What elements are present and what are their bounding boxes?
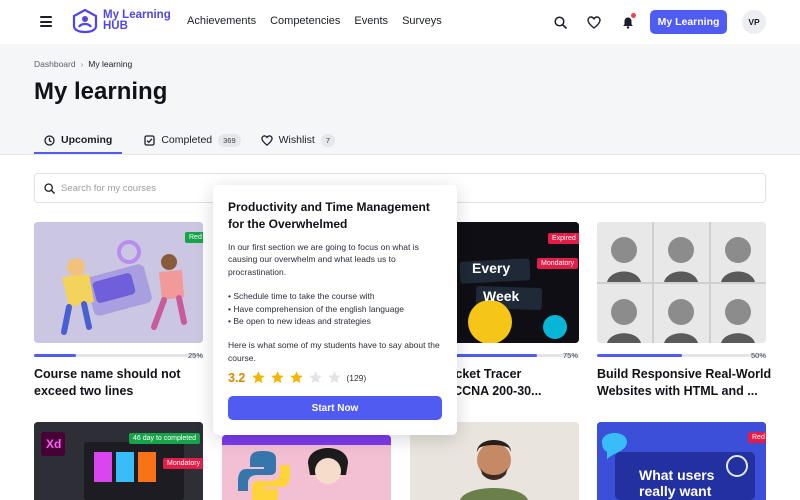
heart-icon[interactable]	[584, 12, 604, 32]
popover-title-line: Productivity and Time Management	[228, 200, 430, 214]
status-badge: Mondatory	[163, 458, 203, 469]
chevron-right-icon: ›	[80, 59, 84, 69]
checkbox-icon	[144, 134, 155, 146]
status-badge: 46 day to completed	[129, 433, 201, 444]
heart-icon	[260, 134, 273, 146]
tab-wishlist[interactable]: Wishlist 7	[251, 128, 345, 152]
clock-icon	[44, 134, 55, 146]
logo-line-2: HUB	[103, 20, 128, 32]
xd-logo-text: Xd	[46, 437, 62, 451]
popover-bullet: • Schedule time to take the course with	[228, 291, 375, 302]
search-icon[interactable]	[550, 12, 570, 32]
star-filled-icon	[290, 371, 304, 384]
popover-bullet: • Be open to new ideas and strategies	[228, 316, 371, 327]
course-thumbnail[interactable]: Red	[34, 222, 203, 343]
star-filled-icon	[252, 371, 266, 384]
progress-bar	[34, 354, 203, 357]
progress-label: 50%	[751, 351, 767, 360]
my-learning-button[interactable]: My Learning	[650, 10, 727, 34]
tab-wishlist-count: 7	[320, 133, 335, 147]
breadcrumb: Dashboard › My learning	[34, 59, 132, 69]
progress-label: 25%	[188, 351, 204, 360]
popover-paragraph: In our first section we are going to foc…	[228, 242, 419, 277]
course-title-line: exceed two lines	[34, 384, 134, 398]
status-badge: Mondatory	[537, 258, 579, 269]
course-thumbnail[interactable]	[222, 435, 391, 500]
python-course-image	[222, 435, 391, 500]
tab-completed[interactable]: Completed 369	[134, 128, 250, 152]
course-thumbnail[interactable]: Xd 46 day to completed Mondatory	[34, 422, 203, 500]
course-title-line: Websites with HTML and ...	[597, 384, 758, 398]
star-filled-icon	[271, 371, 285, 384]
popover-description: In our first section we are going to foc…	[228, 241, 442, 364]
breadcrumb-dashboard[interactable]: Dashboard	[34, 59, 76, 69]
menu-icon[interactable]	[40, 16, 52, 27]
breadcrumb-current: My learning	[88, 59, 133, 69]
tab-upcoming-label: Upcoming	[61, 134, 113, 146]
progress-fill	[597, 354, 682, 357]
course-illustration	[34, 222, 203, 343]
nav-surveys[interactable]: Surveys	[402, 15, 442, 27]
nav-events[interactable]: Events	[354, 15, 388, 27]
top-navbar: My Learning HUB Achievements Competencie…	[0, 0, 800, 44]
notification-dot	[631, 13, 636, 18]
thumbnail-text: Every	[472, 260, 511, 276]
star-empty-icon	[309, 371, 323, 384]
rating-count: (129)	[346, 372, 367, 383]
status-badge: Red	[748, 432, 766, 443]
progress-fill	[34, 354, 77, 357]
thumbnail-text: What users	[639, 467, 715, 483]
popover-paragraph: Here is what some of my students have to…	[228, 340, 440, 363]
avatar[interactable]: VP	[742, 10, 766, 34]
star-rating	[251, 370, 342, 385]
thumbnail-text: Week	[483, 288, 520, 304]
rating: 3.2 (129)	[228, 370, 366, 385]
popover-bullet: • Have comprehension of the english lang…	[228, 303, 404, 314]
portrait-grid-image	[597, 222, 766, 343]
thumbnail-text: really want	[639, 483, 712, 499]
progress-label: 75%	[563, 351, 579, 360]
progress-bar	[597, 354, 766, 357]
bell-icon[interactable]	[618, 12, 638, 32]
tab-completed-label: Completed	[161, 134, 213, 146]
rating-value: 3.2	[228, 370, 246, 385]
logo-text: My Learning HUB	[103, 9, 171, 32]
course-thumbnail[interactable]: What users really want Red	[597, 422, 766, 500]
search-icon	[44, 182, 55, 194]
popover-title-line: for the Overwhelmed	[228, 217, 348, 231]
course-title[interactable]: Build Responsive Real-World Websites wit…	[597, 366, 777, 400]
course-title-line: Course name should not	[34, 367, 181, 381]
tab-upcoming[interactable]: Upcoming	[34, 128, 123, 154]
status-badge: Expired	[548, 233, 579, 244]
start-now-button[interactable]: Start Now	[228, 396, 442, 420]
logo[interactable]: My Learning HUB	[72, 8, 171, 34]
tab-bar: Upcoming Completed 369 Wishlist 7	[34, 128, 345, 154]
tab-completed-count: 369	[218, 133, 241, 147]
nav-competencies[interactable]: Competencies	[270, 15, 340, 27]
course-preview-popover: Productivity and Time Management for the…	[213, 185, 457, 435]
tab-wishlist-label: Wishlist	[278, 134, 315, 146]
star-empty-icon	[328, 371, 342, 384]
course-thumbnail[interactable]	[597, 222, 766, 343]
status-badge: Red	[185, 232, 203, 243]
popover-title: Productivity and Time Management for the…	[228, 199, 442, 233]
page-title: My learning	[34, 78, 168, 105]
nav-achievements[interactable]: Achievements	[187, 15, 256, 27]
logo-mark-icon	[72, 8, 98, 34]
course-title[interactable]: Course name should not exceed two lines	[34, 366, 204, 400]
course-title-line: Build Responsive Real-World	[597, 367, 772, 381]
